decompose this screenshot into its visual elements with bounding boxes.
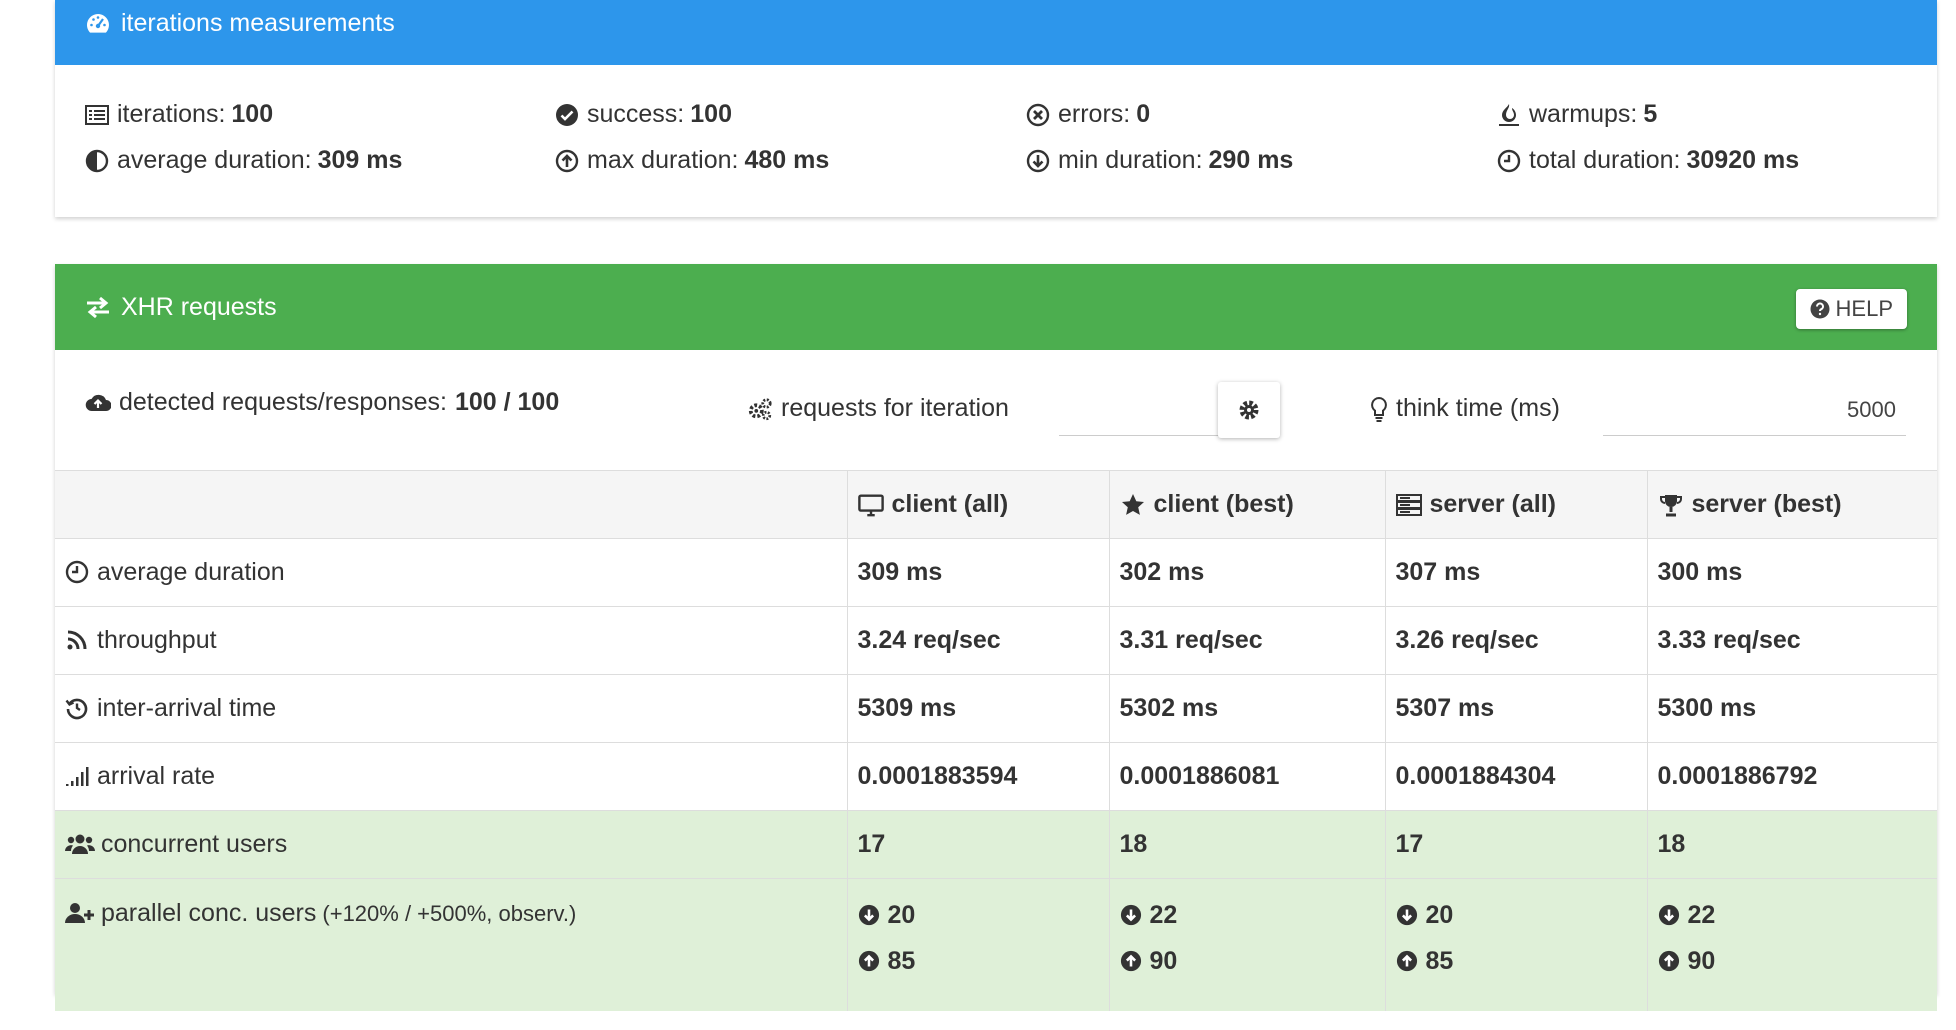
- table-cell: 17: [846, 810, 1109, 879]
- clock-icon: [1497, 149, 1521, 173]
- row-label-arrival-rate: arrival rate: [55, 742, 847, 811]
- table-cell: 5307 ms: [1384, 674, 1647, 743]
- table-cell: 20 85: [1384, 878, 1647, 1011]
- table-cell: 0.0001886081: [1108, 742, 1385, 811]
- table-cell: 18: [1108, 810, 1385, 879]
- table-cell: 22 90: [1646, 878, 1937, 1011]
- table-row: concurrent users 17 18 17 18: [55, 810, 1937, 879]
- table-cell: 309 ms: [846, 538, 1109, 607]
- iterations-panel: iterations measurements iterations: 100 s…: [55, 0, 1937, 217]
- requests-settings-button[interactable]: [1218, 382, 1280, 438]
- arrow-up-circle-icon: [555, 149, 579, 173]
- stat-total-duration: total duration: 30920 ms: [1497, 146, 1799, 175]
- check-circle-icon: [555, 103, 579, 127]
- table-row: average duration 309 ms 302 ms 307 ms 30…: [55, 538, 1937, 607]
- table-cell: 0.0001884304: [1384, 742, 1647, 811]
- arrow-down-circle-icon: [1396, 904, 1418, 926]
- iterations-panel-header: iterations measurements: [55, 0, 1937, 65]
- row-label-parallel-conc-users: parallel conc. users (+120% / +500%, obse…: [55, 878, 847, 1011]
- header-empty: [55, 470, 847, 539]
- lightbulb-icon: [1370, 396, 1388, 422]
- arrow-up-circle-icon: [858, 950, 880, 972]
- dashboard-icon: [85, 11, 111, 37]
- arrow-down-circle-icon: [1658, 904, 1680, 926]
- gears-icon: [747, 396, 773, 422]
- stat-max-duration: max duration: 480 ms: [555, 146, 829, 175]
- table-cell: 20 85: [846, 878, 1109, 1011]
- arrow-up-circle-icon: [1120, 950, 1142, 972]
- history-icon: [65, 696, 91, 722]
- stat-success: success: 100: [555, 100, 732, 129]
- table-cell: 22 90: [1108, 878, 1385, 1011]
- header-server-best: server (best): [1646, 470, 1937, 539]
- times-circle-icon: [1026, 103, 1050, 127]
- user-plus-icon: [65, 901, 95, 927]
- think-time-label: think time (ms): [1370, 394, 1560, 423]
- xhr-metrics-table: client (all) client (best) server (all) …: [55, 470, 1937, 1011]
- exchange-icon: [85, 294, 111, 320]
- table-cell: 18: [1646, 810, 1937, 879]
- stat-errors: errors: 0: [1026, 100, 1150, 129]
- table-cell: 0.0001886792: [1646, 742, 1937, 811]
- signal-icon: [65, 764, 91, 790]
- table-cell: 302 ms: [1108, 538, 1385, 607]
- header-server-all: server (all): [1384, 470, 1647, 539]
- fire-icon: [1497, 103, 1521, 127]
- xhr-panel-header: XHR requests HELP: [55, 264, 1937, 350]
- stat-average-duration: average duration: 309 ms: [85, 146, 402, 175]
- arrow-up-circle-icon: [1658, 950, 1680, 972]
- cloud-upload-icon: [85, 390, 111, 416]
- row-label-throughput: throughput: [55, 606, 847, 675]
- server-icon: [1395, 492, 1422, 518]
- table-row: arrival rate 0.0001883594 0.0001886081 0…: [55, 742, 1937, 811]
- half-circle-icon: [85, 149, 109, 173]
- arrow-down-circle-icon: [1026, 149, 1050, 173]
- table-cell: 5302 ms: [1108, 674, 1385, 743]
- arrow-down-circle-icon: [858, 904, 880, 926]
- iterations-panel-title: iterations measurements: [121, 9, 395, 37]
- requests-for-iteration-label: requests for iteration: [747, 394, 1009, 423]
- clock-icon: [65, 560, 91, 586]
- xhr-panel-title: XHR requests: [121, 292, 277, 321]
- header-client-best: client (best): [1108, 470, 1385, 539]
- desktop-icon: [857, 492, 884, 518]
- stat-min-duration: min duration: 290 ms: [1026, 146, 1293, 175]
- rss-icon: [65, 628, 91, 654]
- table-row: parallel conc. users (+120% / +500%, obse…: [55, 878, 1937, 1011]
- table-cell: 0.0001883594: [846, 742, 1109, 811]
- table-cell: 3.26 req/sec: [1384, 606, 1647, 675]
- table-cell: 5309 ms: [846, 674, 1109, 743]
- table-header-row: client (all) client (best) server (all) …: [55, 470, 1937, 539]
- table-cell: 17: [1384, 810, 1647, 879]
- gear-icon: [1238, 399, 1260, 421]
- arrow-down-circle-icon: [1120, 904, 1142, 926]
- table-cell: 3.24 req/sec: [846, 606, 1109, 675]
- trophy-icon: [1658, 492, 1684, 518]
- xhr-panel: XHR requests HELP detected requests/resp…: [55, 264, 1937, 1011]
- detected-requests: detected requests/responses: 100 / 100: [85, 388, 559, 417]
- stat-warmups: warmups: 5: [1497, 100, 1657, 129]
- arrow-up-circle-icon: [1396, 950, 1418, 972]
- list-icon: [85, 103, 109, 127]
- table-row: throughput 3.24 req/sec 3.31 req/sec 3.2…: [55, 606, 1937, 675]
- stat-iterations: iterations: 100: [85, 100, 273, 129]
- row-label-average-duration: average duration: [55, 538, 847, 607]
- think-time-input[interactable]: [1603, 385, 1906, 436]
- row-label-inter-arrival-time: inter-arrival time: [55, 674, 847, 743]
- row-label-concurrent-users: concurrent users: [55, 810, 847, 879]
- users-icon: [65, 832, 95, 858]
- table-row: inter-arrival time 5309 ms 5302 ms 5307 …: [55, 674, 1937, 743]
- header-client-all: client (all): [846, 470, 1109, 539]
- table-cell: 3.33 req/sec: [1646, 606, 1937, 675]
- table-cell: 307 ms: [1384, 538, 1647, 607]
- question-circle-icon: [1810, 299, 1830, 319]
- table-cell: 5300 ms: [1646, 674, 1937, 743]
- help-button[interactable]: HELP: [1795, 289, 1907, 329]
- star-icon: [1120, 492, 1146, 518]
- table-cell: 3.31 req/sec: [1108, 606, 1385, 675]
- table-cell: 300 ms: [1646, 538, 1937, 607]
